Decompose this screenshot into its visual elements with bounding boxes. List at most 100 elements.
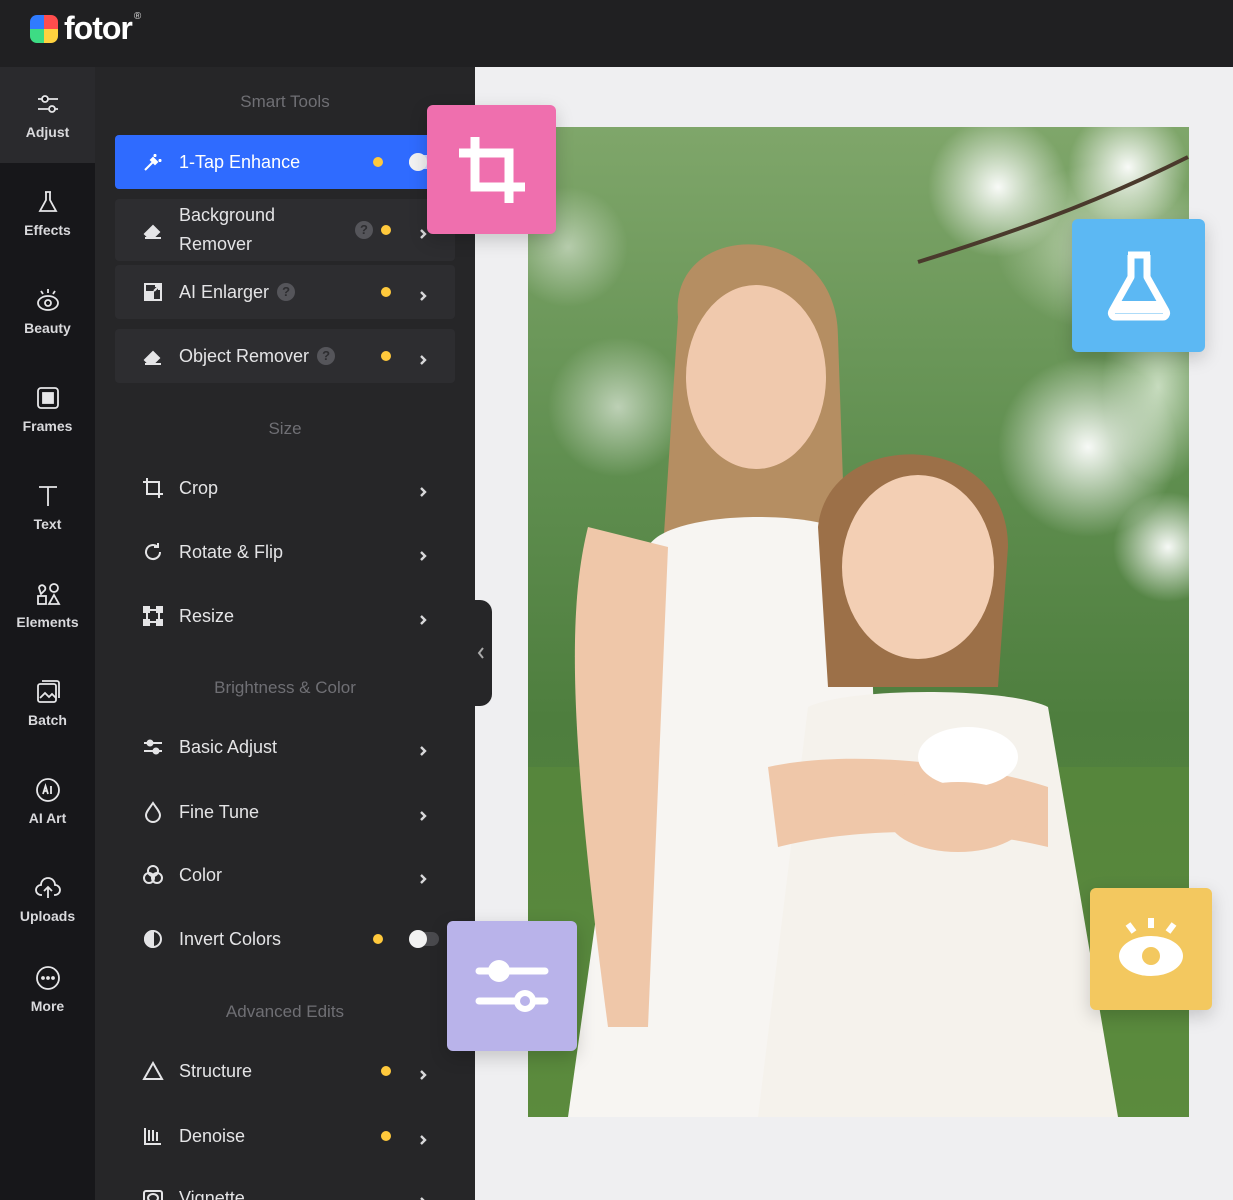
chevron-right-icon: [417, 1192, 429, 1200]
denoise-icon: [141, 1124, 165, 1148]
rail-label: Adjust: [25, 124, 70, 140]
rail-label: Frames: [22, 418, 73, 434]
tool-label: Fine Tune: [179, 801, 260, 822]
premium-dot: [381, 287, 391, 297]
rail-item-beauty[interactable]: Beauty: [0, 263, 95, 359]
tool-label: Invert Colors: [179, 928, 282, 949]
drop-icon: [141, 800, 165, 824]
crop-feature-tile: [427, 105, 556, 234]
tool-resize[interactable]: Resize: [115, 589, 455, 643]
section-title-size: Size: [268, 419, 302, 438]
flask-feature-tile: [1072, 219, 1205, 352]
help-icon[interactable]: ?: [277, 283, 296, 301]
tool-label: Resize: [179, 605, 235, 626]
sliders-icon: [475, 960, 549, 1012]
chevron-right-icon: [417, 1065, 429, 1080]
help-icon[interactable]: ?: [317, 347, 336, 365]
section-title-brightness-color: Brightness & Color: [214, 678, 356, 697]
enlarge-icon: [141, 280, 165, 304]
chevron-right-icon: [417, 546, 429, 561]
tool-label: Basic Adjust: [179, 736, 278, 757]
tool-label: Crop: [179, 477, 219, 498]
help-icon[interactable]: ?: [355, 221, 373, 239]
rail-label: Uploads: [19, 908, 76, 924]
tool-label: Object Remover: [179, 345, 310, 366]
chevron-right-icon: [417, 1130, 429, 1145]
rail-item-elements[interactable]: Elements: [0, 557, 95, 653]
tool-label: Rotate & Flip: [179, 541, 284, 562]
chevron-right-icon: [417, 741, 429, 756]
rail-label: Effects: [24, 222, 71, 238]
tool-rail: Adjust Effects Beauty Frames Text Elemen…: [0, 67, 95, 1200]
eye-icon: [36, 289, 59, 311]
color-circles-icon: [141, 863, 165, 887]
tool-object-remover[interactable]: Object Remover ?: [115, 329, 455, 383]
text-icon: [38, 486, 57, 506]
eye-icon: [1119, 918, 1183, 976]
shapes-icon: [36, 583, 61, 605]
tools-panel: Smart Tools 1-Tap Enhance Background Rem…: [95, 67, 475, 1200]
tool-label: Background Remover: [179, 205, 276, 254]
tool-label: AI Enlarger: [179, 281, 270, 302]
tool-denoise[interactable]: Denoise: [115, 1109, 455, 1163]
tool-1-tap-enhance[interactable]: 1-Tap Enhance: [115, 135, 455, 189]
chevron-right-icon: [417, 482, 429, 497]
tool-background-remover[interactable]: Background Remover ?: [115, 199, 455, 261]
premium-dot: [373, 934, 383, 944]
tool-color[interactable]: Color: [115, 848, 455, 902]
chevron-right-icon: [417, 350, 429, 365]
collapse-panel-handle[interactable]: [470, 600, 492, 706]
eraser-icon: [141, 344, 165, 368]
fotor-logo[interactable]: fotor ®: [30, 10, 145, 47]
rail-label: Beauty: [24, 320, 71, 336]
rail-label: AI Art: [28, 810, 67, 826]
ai-icon: [35, 778, 60, 802]
tool-basic-adjust[interactable]: Basic Adjust: [115, 720, 455, 774]
eraser-icon: [141, 218, 165, 242]
tool-rotate-flip[interactable]: Rotate & Flip: [115, 525, 455, 579]
tool-invert-colors[interactable]: Invert Colors: [115, 912, 455, 966]
rail-item-more[interactable]: More: [0, 941, 95, 1037]
frame-icon: [36, 387, 59, 409]
upload-icon: [34, 877, 61, 898]
fotor-logo-icon: [30, 14, 58, 43]
chevron-left-icon: [477, 647, 484, 659]
rail-item-adjust[interactable]: Adjust: [0, 67, 95, 163]
more-icon: [35, 966, 60, 990]
premium-dot: [381, 225, 391, 235]
top-bar: fotor ®: [0, 0, 1233, 67]
section-title-smart-tools: Smart Tools: [240, 92, 330, 111]
invert-colors-toggle[interactable]: [409, 930, 439, 948]
premium-dot: [381, 351, 391, 361]
tool-label: Color: [179, 864, 223, 885]
tool-label: 1-Tap Enhance: [179, 151, 301, 172]
chevron-right-icon: [417, 806, 429, 821]
premium-dot: [381, 1131, 391, 1141]
chevron-right-icon: [417, 869, 429, 884]
section-title-advanced-edits: Advanced Edits: [225, 1002, 345, 1021]
tool-vignette[interactable]: Vignette: [115, 1171, 455, 1200]
rail-label: Elements: [16, 614, 79, 630]
sliders-icon: [37, 95, 58, 113]
sliders-icon: [141, 735, 165, 759]
rail-item-text[interactable]: Text: [0, 459, 95, 555]
premium-dot: [381, 1066, 391, 1076]
registered-mark: ®: [133, 11, 142, 22]
tool-structure[interactable]: Structure: [115, 1044, 455, 1098]
vignette-icon: [141, 1186, 165, 1200]
tool-fine-tune[interactable]: Fine Tune: [115, 785, 455, 839]
tool-crop[interactable]: Crop: [115, 461, 455, 515]
rail-item-frames[interactable]: Frames: [0, 361, 95, 457]
rail-label: Batch: [28, 712, 67, 728]
rail-item-effects[interactable]: Effects: [0, 165, 95, 261]
rail-item-uploads[interactable]: Uploads: [0, 851, 95, 947]
rail-item-batch[interactable]: Batch: [0, 655, 95, 751]
tool-ai-enlarger[interactable]: AI Enlarger ?: [115, 265, 455, 319]
rail-item-ai-art[interactable]: AI Art: [0, 753, 95, 849]
premium-dot: [373, 157, 383, 167]
crop-icon: [141, 476, 165, 500]
flask-icon: [37, 191, 58, 212]
triangle-icon: [141, 1059, 165, 1083]
chevron-right-icon: [417, 286, 429, 301]
resize-icon: [141, 604, 165, 628]
